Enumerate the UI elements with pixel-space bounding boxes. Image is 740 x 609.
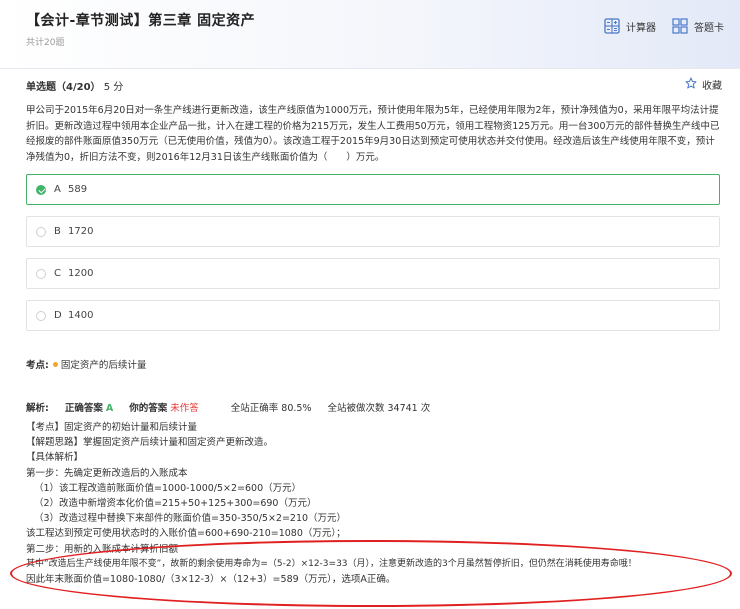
- correct-answer-label: 正确答案: [64, 403, 103, 414]
- question-count: 共计20题: [26, 38, 65, 48]
- option-text: 1200: [68, 268, 94, 279]
- question-type: 单选题（4/20）: [26, 82, 101, 93]
- explanation-line: （2）改造中新增资本化价值=215+50+125+300=690（万元）: [34, 498, 317, 510]
- explanation-line: 【解题思路】掌握固定资产后续计量和固定资产更新改造。: [26, 437, 274, 449]
- favorite-button[interactable]: 收藏: [685, 77, 722, 92]
- your-answer-label: 你的答案: [129, 403, 168, 414]
- radio-icon: [36, 310, 46, 321]
- option-a[interactable]: A 589: [26, 174, 720, 205]
- explanation-line: 其中“改造后生产线使用年限不变”，故新的剩余使用寿命为=（5-2）×12-3=3…: [26, 558, 637, 569]
- star-icon: [685, 77, 697, 92]
- question-stem: 甲公司于2015年6月20日对一条生产线进行更新改造，该生产线原值为1000万元…: [26, 105, 720, 163]
- explanation-line: 该工程达到预定可使用状态时的入账价值=600+690-210=1080（万元）；: [26, 528, 346, 540]
- calculator-button[interactable]: 计算器: [604, 18, 656, 34]
- option-letter: D: [54, 310, 62, 321]
- answer-card-label: 答题卡: [694, 22, 724, 34]
- explanation: 【考点】固定资产的初始计量和后续计量 【解题思路】掌握固定资产后续计量和固定资产…: [26, 420, 726, 587]
- explanation-line: 【具体解析】: [26, 452, 84, 464]
- analysis-summary: 解析: 正确答案 A 你的答案 未作答 全站正确率 80.5% 全站被做次数 3…: [26, 400, 446, 414]
- option-letter: B: [54, 226, 61, 237]
- radio-icon: [36, 268, 46, 279]
- analysis-label: 解析:: [26, 403, 49, 414]
- tag-dot-icon: [52, 361, 58, 367]
- explanation-line: （1）该工程改造前账面价值=1000-1000/5×2=600（万元）: [34, 482, 302, 494]
- knowledge-tag[interactable]: 固定资产的后续计量: [61, 357, 147, 371]
- radio-icon: [36, 226, 46, 237]
- option-text: 1720: [68, 226, 94, 237]
- top-bar: 【会计-章节测试】第三章 固定资产 共计20题 计算器 答题卡: [0, 0, 740, 69]
- option-d[interactable]: D 1400: [26, 300, 720, 331]
- knowledge-point: 考点: 固定资产的后续计量: [26, 357, 146, 371]
- explanation-line: 第一步：先确定更新改造后的入账成本: [26, 467, 188, 479]
- explanation-line: 【考点】固定资产的初始计量和后续计量: [26, 422, 198, 433]
- page-title: 【会计-章节测试】第三章 固定资产: [26, 13, 256, 29]
- knowledge-label: 考点:: [26, 360, 49, 371]
- option-letter: A: [54, 184, 61, 195]
- check-icon: [36, 184, 46, 195]
- your-answer-value: 未作答: [170, 403, 199, 414]
- explanation-line: （3）改造过程中替换下来部件的账面价值=350-350/5×2=210（万元）: [34, 513, 347, 525]
- question-header: 单选题（4/20） 5 分: [26, 78, 123, 93]
- explanation-line: 第二步：用新的入账成本计算折旧额: [26, 543, 179, 555]
- correct-answer-value: A: [105, 403, 114, 414]
- site-attempts: 全站被做次数 34741 次: [327, 403, 431, 414]
- correct-answer: 正确答案 A: [65, 400, 113, 414]
- question-score: 5 分: [103, 82, 124, 93]
- option-b[interactable]: B 1720: [26, 216, 720, 247]
- calculator-icon: [604, 18, 620, 34]
- option-letter: C: [54, 268, 61, 279]
- option-c[interactable]: C 1200: [26, 258, 720, 289]
- answer-card-button[interactable]: 答题卡: [672, 18, 724, 34]
- favorite-label: 收藏: [702, 81, 722, 92]
- option-text: 589: [68, 184, 88, 195]
- site-accuracy: 全站正确率 80.5%: [230, 403, 312, 414]
- option-text: 1400: [68, 310, 94, 321]
- grid-icon: [672, 18, 688, 34]
- your-answer: 你的答案 未作答: [129, 400, 215, 414]
- explanation-line: 因此年末账面价值=1080-1080/（3×12-3）×（12+3）=589（万…: [26, 574, 396, 586]
- calculator-label: 计算器: [626, 22, 656, 34]
